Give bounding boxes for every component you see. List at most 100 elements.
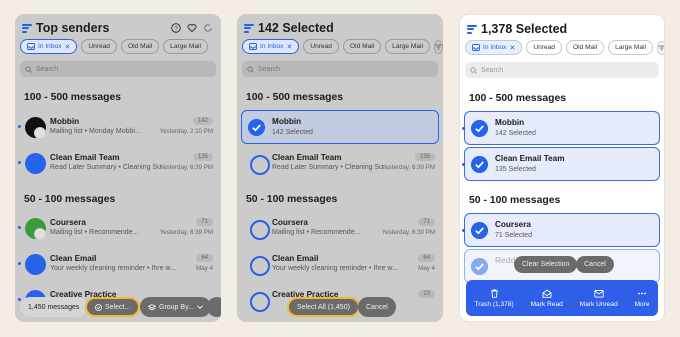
unread-dot [462,163,465,166]
search-input[interactable]: Search [465,62,659,78]
chip-old-mail[interactable]: Old Mail [342,39,382,54]
heart-icon[interactable] [187,23,197,33]
message-count-badge: 64 [418,254,435,262]
section-heading: 50 - 100 messages [246,194,338,205]
sender-row-clean-email-team[interactable]: Clean Email Team Read Later Summary • Cl… [244,149,437,179]
mark-unread-button[interactable]: Mark Unread [580,289,618,308]
chip-old-mail[interactable]: Old Mail [565,40,605,55]
sender-row-clean-email-team[interactable]: Clean Email Team Read Later Summary • Cl… [18,149,215,179]
sender-date: May 4 [418,265,435,272]
page-title: 1,378 Selected [481,22,568,36]
sender-subtitle: Read Later Summary • Cleaning Su... [272,164,389,171]
inbox-icon [27,43,35,50]
search-input[interactable]: Search [20,61,216,77]
checkmark-icon[interactable] [471,156,488,173]
sender-name: Mobbin [495,118,525,127]
sender-row-clean-email[interactable]: Clean Email Your weekly cleaning reminde… [244,250,437,280]
mark-read-button[interactable]: Mark Read [531,288,563,308]
avatar [25,153,46,174]
message-count-badge: 135 [414,153,435,161]
close-icon[interactable]: ✕ [509,44,515,52]
check-circle-icon [95,303,102,311]
more-button[interactable]: More [635,289,650,308]
select-button[interactable]: Select... [85,297,141,317]
sender-name: Mobbin [50,117,80,126]
sender-name: Coursera [272,218,308,227]
chip-large-mail[interactable]: Large Mail [163,39,208,54]
unread-dot [18,262,21,265]
selected-count: 142 Selected [272,129,313,136]
sender-row-coursera[interactable]: Coursera Mailing list • Recommende... 71… [244,214,437,244]
top-senders-screen: Top senders ? In Inbox ✕ Unread Old Mail … [15,14,221,322]
select-all-button[interactable]: Select All (1,450) [287,297,360,317]
filter-icon[interactable] [433,39,443,54]
header: Top senders ? [22,20,213,36]
selected-row-clean-email-team[interactable]: Clean Email Team 135 Selected [462,147,660,181]
unread-dot [18,226,21,229]
section-heading: 100 - 500 messages [24,92,122,103]
select-circle-icon[interactable] [250,220,270,240]
chip-old-mail[interactable]: Old Mail [120,39,160,54]
sender-row-clean-email[interactable]: Clean Email Your weekly cleaning reminde… [18,250,215,280]
bulk-actions-screen: 1,378 Selected In Inbox ✕ Unread Old Mail… [459,14,665,322]
inbox-icon [249,43,257,50]
chip-in-inbox[interactable]: In Inbox ✕ [20,39,78,54]
checkmark-icon[interactable] [471,120,488,137]
group-by-button[interactable]: Group By... [140,297,211,317]
app-logo-icon [467,24,477,34]
sender-name: Clean Email Team [50,153,120,162]
section-heading: 50 - 100 messages [469,195,561,206]
refresh-icon[interactable] [203,23,213,33]
layers-icon [148,303,156,310]
close-icon[interactable]: ✕ [286,43,292,51]
sender-subtitle: Mailing list • Monday Mobbi... [50,128,141,135]
chip-unread[interactable]: Unread [526,40,562,55]
selected-row-coursera[interactable]: Coursera 71 Selected [462,213,660,247]
selected-row-mobbin[interactable]: Mobbin 142 Selected [241,110,439,144]
cancel-button[interactable]: Cancel [576,256,614,273]
sender-subtitle: Mailing list • Recommende... [50,229,139,236]
chip-unread[interactable]: Unread [303,39,339,54]
sender-subtitle: Read Later Summary • Cleaning Su... [50,164,167,171]
checkmark-icon[interactable] [471,222,488,239]
close-icon[interactable]: ✕ [64,43,70,51]
sender-date: Yesterday, 6:39 PM [159,164,213,171]
chip-in-inbox[interactable]: In Inbox ✕ [242,39,300,54]
chip-unread[interactable]: Unread [81,39,117,54]
open-envelope-icon [542,288,552,298]
bulk-action-bar: Trash (1,378) Mark Read Mark Unread More [466,280,658,316]
more-options-button[interactable] [207,297,221,317]
page-title: Top senders [36,21,110,35]
header: 1,378 Selected [467,21,656,37]
checkmark-icon[interactable] [471,258,488,275]
mailing-list-badge-icon [34,228,46,240]
sender-row-mobbin[interactable]: Mobbin Mailing list • Monday Mobbi... 14… [18,113,215,143]
unread-dot [462,229,465,232]
sender-subtitle: Mailing list • Recommende... [272,229,361,236]
chip-large-mail[interactable]: Large Mail [385,39,430,54]
header: 142 Selected [244,20,435,36]
trash-button[interactable]: Trash (1,378) [474,289,514,308]
sender-subtitle: Your weekly cleaning reminder • Ihre w..… [272,265,398,272]
select-circle-icon[interactable] [250,292,270,312]
trash-icon [490,289,498,298]
select-circle-icon[interactable] [250,155,270,175]
checkmark-icon[interactable] [248,119,265,136]
search-input[interactable]: Search [242,61,438,77]
unread-dot [18,298,21,301]
sender-name: Clean Email [50,254,97,263]
help-icon[interactable]: ? [171,23,181,33]
unread-dot [18,125,21,128]
select-circle-icon[interactable] [250,256,270,276]
unread-dot [18,161,21,164]
avatar [25,254,46,275]
chip-large-mail[interactable]: Large Mail [608,40,653,55]
clear-selection-button[interactable]: Clear Selection [514,256,578,273]
selected-count: 142 Selected [495,130,536,137]
sender-row-coursera[interactable]: Coursera Mailing list • Recommende... 71… [18,214,215,244]
filter-chips: In Inbox ✕ Unread Old Mail Large Mail [465,40,664,55]
filter-icon[interactable] [656,40,664,55]
chip-in-inbox[interactable]: In Inbox ✕ [465,40,523,55]
cancel-button[interactable]: Cancel [358,297,396,317]
selected-row-mobbin[interactable]: Mobbin 142 Selected [462,111,660,145]
